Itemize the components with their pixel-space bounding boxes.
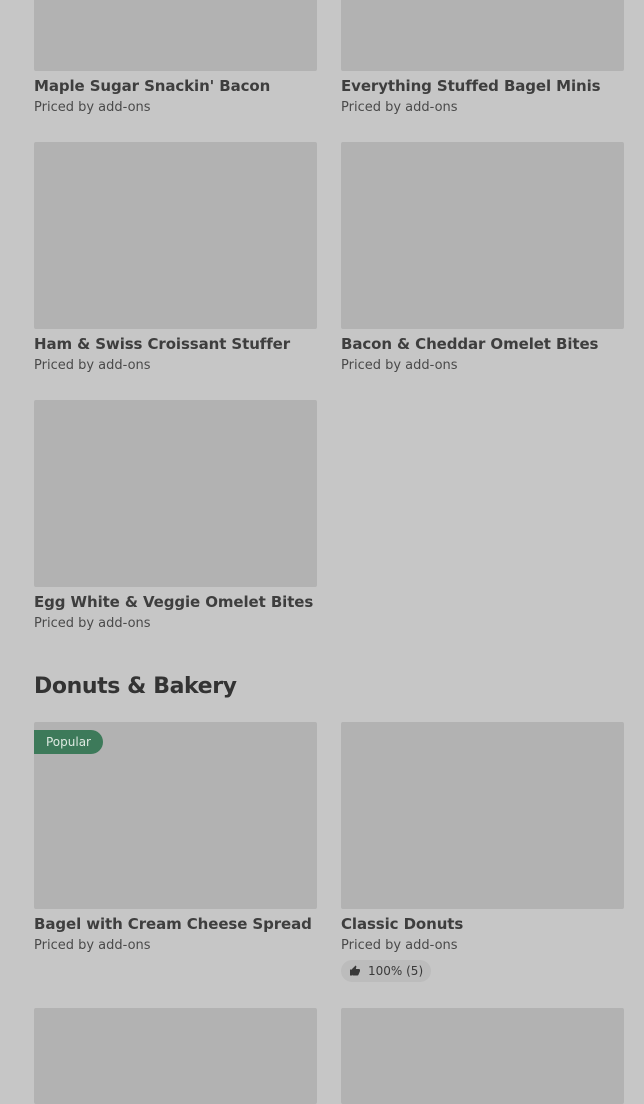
menu-item-card[interactable]: Egg White & Veggie Omelet Bites Priced b… [34, 400, 317, 632]
item-image[interactable] [341, 722, 624, 909]
item-title: Everything Stuffed Bagel Minis [341, 77, 601, 95]
item-image[interactable]: Popular [34, 722, 317, 909]
menu-item-card[interactable]: Classic Donuts Priced by add-ons 100% (5… [341, 722, 624, 982]
item-price: Priced by add-ons [341, 100, 458, 115]
menu-item-card[interactable]: Ham & Swiss Croissant Stuffer Priced by … [34, 142, 317, 374]
item-image[interactable] [34, 400, 317, 587]
item-image[interactable] [34, 1008, 317, 1104]
menu-item-card[interactable]: Everything Stuffed Bagel Minis Priced by… [341, 0, 624, 116]
item-image[interactable] [341, 142, 624, 329]
item-price: Priced by add-ons [34, 938, 151, 953]
item-title: Bacon & Cheddar Omelet Bites [341, 335, 599, 353]
rating-text: 100% (5) [368, 964, 424, 978]
item-image[interactable] [341, 1008, 624, 1104]
item-image[interactable] [34, 0, 317, 71]
item-title: Classic Donuts [341, 915, 464, 933]
menu-item-card[interactable] [341, 1008, 624, 1104]
popular-badge: Popular [34, 730, 103, 754]
item-image[interactable] [34, 142, 317, 329]
menu-item-card[interactable]: Maple Sugar Snackin' Bacon Priced by add… [34, 0, 317, 116]
rating-badge: 100% (5) [341, 960, 432, 982]
item-price: Priced by add-ons [34, 100, 151, 115]
item-title: Egg White & Veggie Omelet Bites [34, 593, 314, 611]
item-image[interactable] [341, 0, 624, 71]
item-title: Bagel with Cream Cheese Spread [34, 915, 312, 933]
menu-item-card[interactable]: Popular Bagel with Cream Cheese Spread P… [34, 722, 317, 954]
item-title: Maple Sugar Snackin' Bacon [34, 77, 271, 95]
section-title: Donuts & Bakery [34, 674, 237, 699]
item-price: Priced by add-ons [34, 358, 151, 373]
item-price: Priced by add-ons [34, 616, 151, 631]
menu-item-card[interactable] [34, 1008, 317, 1104]
item-price: Priced by add-ons [341, 358, 458, 373]
thumbs-up-icon [350, 965, 360, 976]
menu-item-card[interactable]: Bacon & Cheddar Omelet Bites Priced by a… [341, 142, 624, 374]
item-title: Ham & Swiss Croissant Stuffer [34, 335, 290, 353]
item-price: Priced by add-ons [341, 938, 458, 953]
